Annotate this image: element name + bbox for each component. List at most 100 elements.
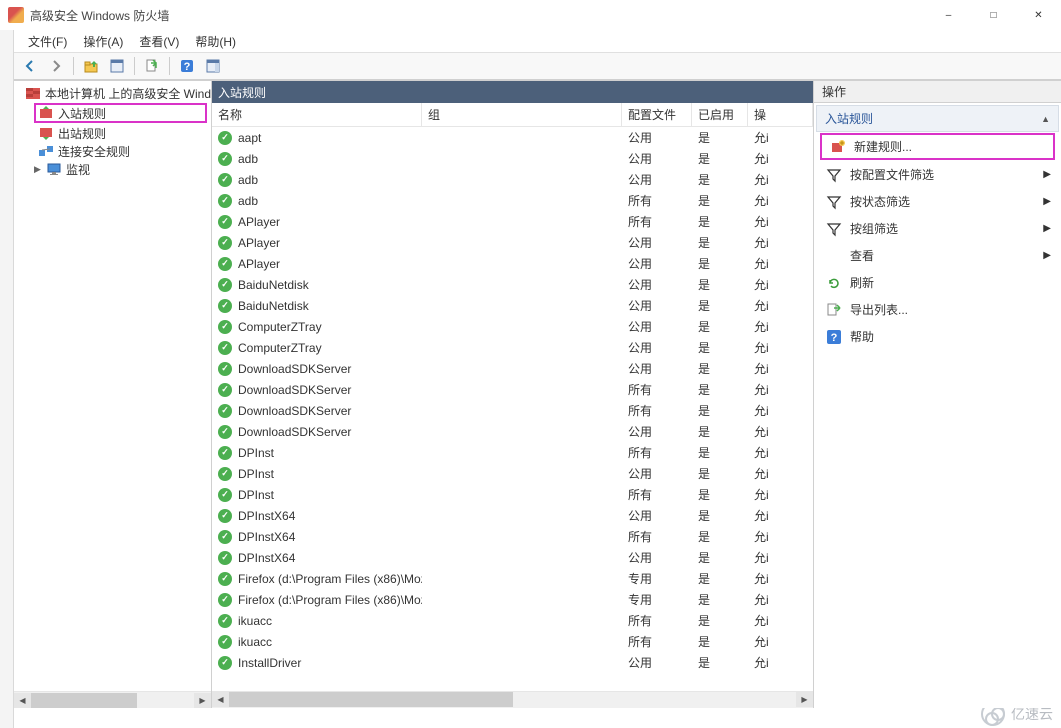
action-item[interactable]: 按配置文件筛选▶ (816, 161, 1059, 188)
scroll-track[interactable] (229, 692, 796, 707)
scroll-left-button[interactable]: ◀ (212, 692, 229, 707)
rule-action: 允i (748, 213, 813, 230)
rule-name: DPInstX64 (238, 551, 295, 565)
menu-help[interactable]: 帮助(H) (189, 31, 242, 52)
properties-button[interactable] (105, 55, 129, 77)
tree-root[interactable]: 本地计算机 上的高级安全 Wind (14, 84, 211, 102)
col-action[interactable]: 操 (748, 103, 813, 126)
up-level-button[interactable] (79, 55, 103, 77)
menu-file[interactable]: 文件(F) (22, 31, 73, 52)
show-hide-button[interactable] (201, 55, 225, 77)
tree-item-connection[interactable]: 连接安全规则 (14, 142, 211, 160)
rule-profile: 公用 (622, 129, 692, 146)
nav-back-button[interactable] (18, 55, 42, 77)
allow-icon (218, 593, 232, 607)
action-item[interactable]: 按组筛选▶ (816, 215, 1059, 242)
action-label: 按状态筛选 (850, 193, 910, 210)
scroll-left-button[interactable]: ◀ (14, 693, 31, 708)
col-name[interactable]: 名称 (212, 103, 422, 126)
rule-row[interactable]: BaiduNetdisk公用是允i (212, 295, 813, 316)
rule-row[interactable]: APlayer公用是允i (212, 253, 813, 274)
rule-row[interactable]: DPInstX64所有是允i (212, 526, 813, 547)
rule-name: DPInstX64 (238, 509, 295, 523)
scroll-right-button[interactable]: ▶ (796, 692, 813, 707)
action-item[interactable]: 刷新 (816, 269, 1059, 296)
connection-security-icon (38, 143, 54, 159)
close-button[interactable]: ✕ (1016, 0, 1061, 30)
action-item[interactable]: ?帮助 (816, 323, 1059, 350)
menu-action[interactable]: 操作(A) (77, 31, 129, 52)
allow-icon (218, 509, 232, 523)
scroll-right-button[interactable]: ▶ (194, 693, 211, 708)
action-item[interactable]: 新建规则... (820, 133, 1055, 160)
rule-row[interactable]: adb所有是允i (212, 190, 813, 211)
col-group[interactable]: 组 (422, 103, 622, 126)
scroll-thumb[interactable] (31, 693, 137, 708)
tree-hscrollbar[interactable]: ◀ ▶ (14, 691, 211, 708)
rule-row[interactable]: APlayer所有是允i (212, 211, 813, 232)
expand-arrow-icon[interactable]: ▶ (34, 164, 46, 175)
rule-row[interactable]: BaiduNetdisk公用是允i (212, 274, 813, 295)
tree-item-outbound[interactable]: 出站规则 (14, 124, 211, 142)
rule-row[interactable]: DPInst所有是允i (212, 442, 813, 463)
allow-icon (218, 404, 232, 418)
tree-item-monitor[interactable]: ▶ 监视 (14, 160, 211, 178)
rule-action: 允i (748, 276, 813, 293)
menu-view[interactable]: 查看(V) (133, 31, 185, 52)
rule-profile: 专用 (622, 591, 692, 608)
scroll-track[interactable] (31, 693, 194, 708)
col-profile[interactable]: 配置文件 (622, 103, 692, 126)
rule-row[interactable]: APlayer公用是允i (212, 232, 813, 253)
rule-row[interactable]: DPInst公用是允i (212, 463, 813, 484)
rule-profile: 公用 (622, 150, 692, 167)
allow-icon (218, 362, 232, 376)
rule-row[interactable]: ikuacc所有是允i (212, 631, 813, 652)
minimize-button[interactable]: – (926, 0, 971, 30)
col-enabled[interactable]: 已启用 (692, 103, 748, 126)
allow-icon (218, 194, 232, 208)
action-label: 按配置文件筛选 (850, 166, 934, 183)
rule-row[interactable]: adb公用是允i (212, 148, 813, 169)
action-item[interactable]: 导出列表... (816, 296, 1059, 323)
actions-section-title[interactable]: 入站规则 ▲ (816, 105, 1059, 132)
rule-row[interactable]: adb公用是允i (212, 169, 813, 190)
rule-name: adb (238, 194, 258, 208)
rule-row[interactable]: DownloadSDKServer所有是允i (212, 400, 813, 421)
maximize-button[interactable]: □ (971, 0, 1016, 30)
rule-row[interactable]: aapt公用是允i (212, 127, 813, 148)
rule-row[interactable]: DPInstX64公用是允i (212, 505, 813, 526)
rule-row[interactable]: DownloadSDKServer所有是允i (212, 379, 813, 400)
rules-hscrollbar[interactable]: ◀ ▶ (212, 691, 813, 708)
rule-action: 允i (748, 549, 813, 566)
rule-row[interactable]: DPInstX64公用是允i (212, 547, 813, 568)
rule-row[interactable]: InstallDriver公用是允i (212, 652, 813, 673)
rules-list-body[interactable]: aapt公用是允iadb公用是允iadb公用是允iadb所有是允iAPlayer… (212, 127, 813, 691)
allow-icon (218, 320, 232, 334)
rule-row[interactable]: Firefox (d:\Program Files (x86)\Mozill..… (212, 568, 813, 589)
rule-row[interactable]: Firefox (d:\Program Files (x86)\Mozill..… (212, 589, 813, 610)
rule-row[interactable]: ikuacc所有是允i (212, 610, 813, 631)
help-button[interactable]: ? (175, 55, 199, 77)
rule-row[interactable]: DownloadSDKServer公用是允i (212, 358, 813, 379)
rule-enabled: 是 (692, 339, 748, 356)
action-item[interactable]: 查看▶ (816, 242, 1059, 269)
tree-item-inbound[interactable]: 入站规则 (34, 103, 207, 123)
rule-row[interactable]: DownloadSDKServer公用是允i (212, 421, 813, 442)
collapse-icon[interactable]: ▲ (1041, 114, 1050, 124)
allow-icon (218, 341, 232, 355)
rule-profile: 专用 (622, 570, 692, 587)
rule-row[interactable]: DPInst所有是允i (212, 484, 813, 505)
scroll-thumb[interactable] (229, 692, 513, 707)
rule-enabled: 是 (692, 486, 748, 503)
action-item[interactable]: 按状态筛选▶ (816, 188, 1059, 215)
export-button[interactable] (140, 55, 164, 77)
rule-row[interactable]: ComputerZTray公用是允i (212, 316, 813, 337)
rule-action: 允i (748, 255, 813, 272)
nav-forward-button[interactable] (44, 55, 68, 77)
tree-item-label: 出站规则 (58, 125, 106, 142)
rule-name: InstallDriver (238, 656, 301, 670)
rule-action: 允i (748, 507, 813, 524)
new-rule-icon (830, 139, 846, 155)
rules-panel-header: 入站规则 (212, 81, 813, 103)
rule-row[interactable]: ComputerZTray公用是允i (212, 337, 813, 358)
